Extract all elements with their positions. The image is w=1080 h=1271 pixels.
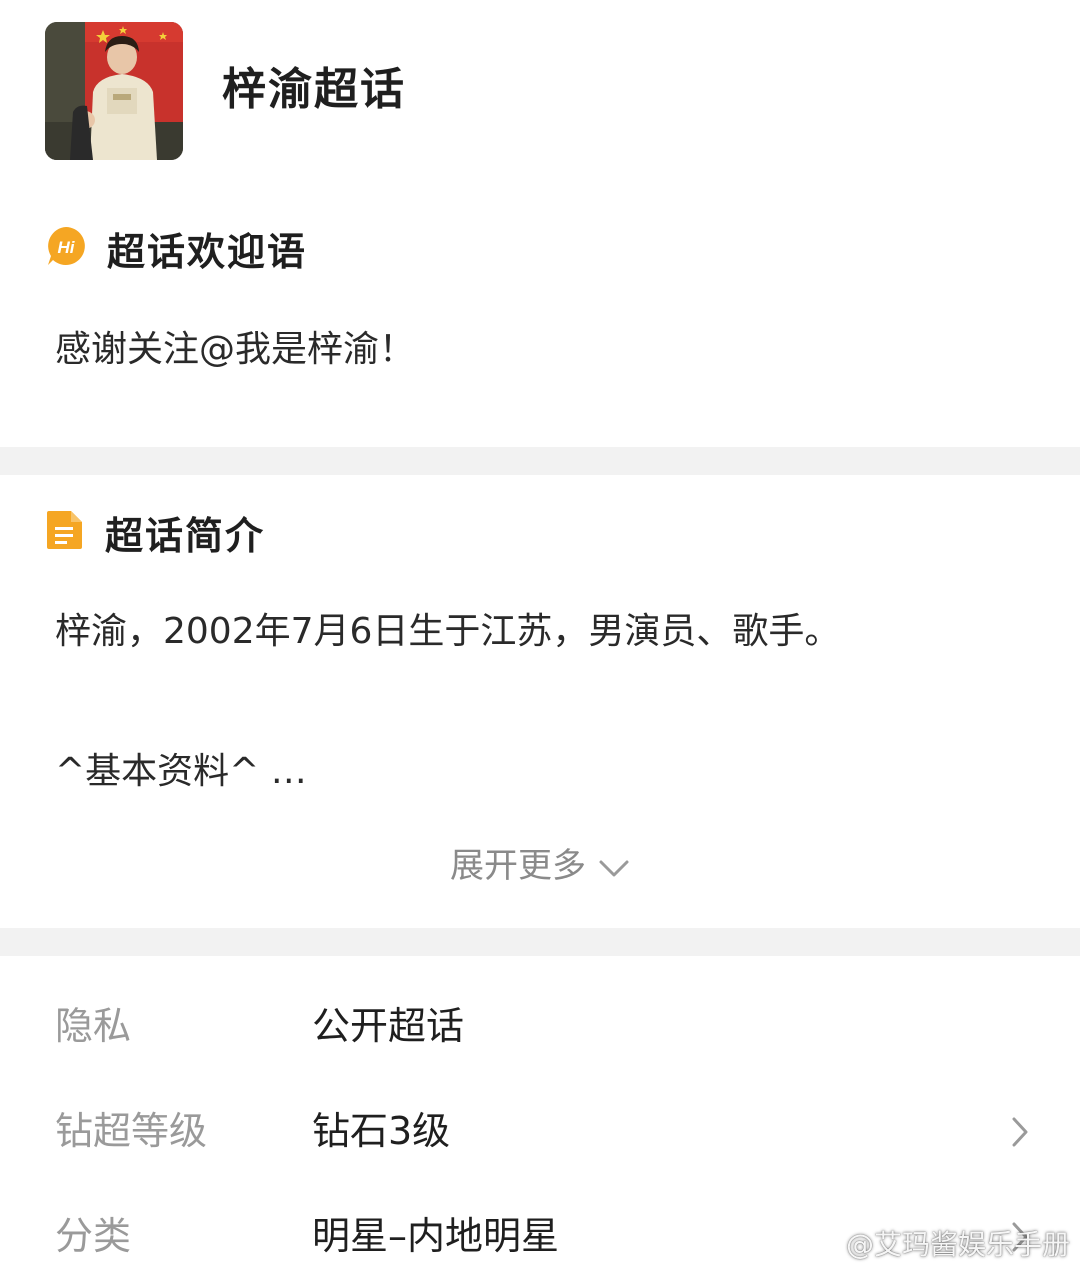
info-value: 公开超话 [312,1004,465,1048]
avatar-photo [45,22,183,160]
info-key: 隐私 [55,1004,132,1048]
info-key: 钻超等级 [55,1109,208,1153]
super-topic-info-page: 梓渝超话 Hi 超话欢迎语 感谢关注@我是梓渝！ 超话简介 梓渝，2002年7月… [0,0,1080,1271]
welcome-text: 感谢关注@我是梓渝！ [55,329,416,370]
document-icon [45,509,85,555]
intro-heading-label: 超话简介 [105,513,266,558]
info-row-level[interactable]: 钻超等级 钻石3级 [0,1103,1080,1163]
info-row-privacy: 隐私 公开超话 [0,998,1080,1058]
intro-line-1: 梓渝，2002年7月6日生于江苏，男演员、歌手。 [55,611,841,652]
expand-more-button[interactable]: 展开更多 [0,842,1080,892]
welcome-heading-label: 超话欢迎语 [107,229,308,274]
section-divider [0,928,1080,956]
avatar[interactable] [45,22,183,160]
chevron-down-icon [598,844,630,892]
welcome-heading: Hi 超话欢迎语 [45,224,307,274]
info-value: 明星–内地明星 [312,1214,560,1258]
watermark: @艾玛酱娱乐手册 [806,1223,1070,1263]
expand-more-label: 展开更多 [450,846,586,886]
svg-text:Hi: Hi [58,238,76,257]
chevron-right-icon [1010,1115,1030,1153]
weibo-logo-icon [806,1226,840,1261]
header: 梓渝超话 [0,0,1080,185]
hi-icon: Hi [45,225,87,271]
intro-line-2: ^基本资料^ … [55,751,307,792]
section-divider [0,447,1080,475]
intro-heading: 超话简介 [45,508,265,558]
info-key: 分类 [55,1214,132,1258]
info-value: 钻石3级 [312,1109,451,1153]
watermark-text: @艾玛酱娱乐手册 [845,1228,1070,1261]
page-title: 梓渝超话 [222,64,406,115]
